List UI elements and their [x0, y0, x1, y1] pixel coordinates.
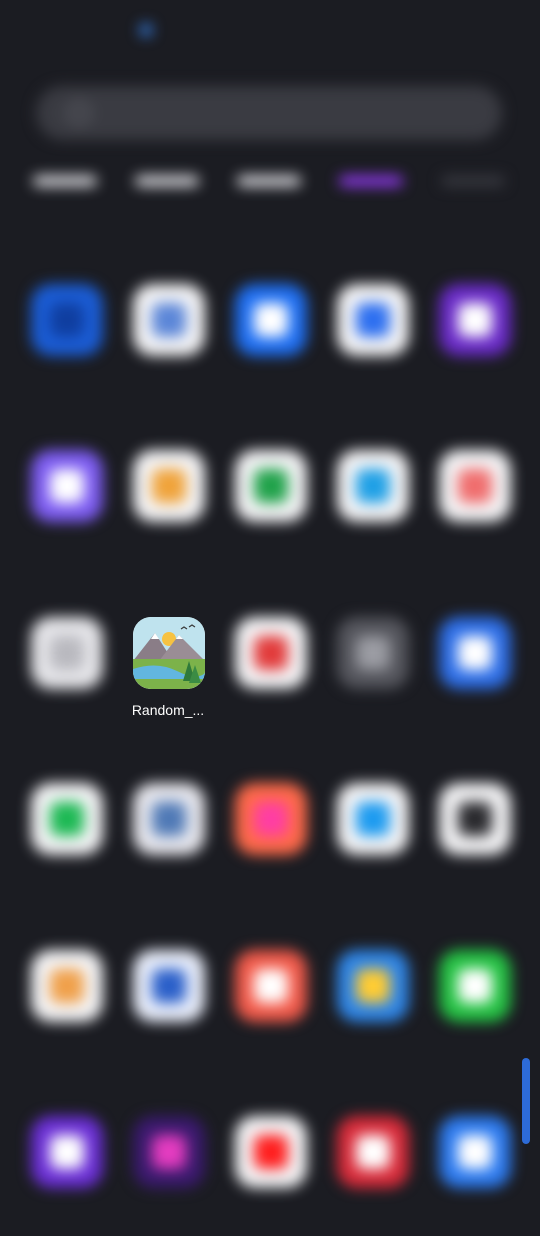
- app-zoom[interactable]: [423, 1116, 527, 1236]
- app-play-store[interactable]: [321, 450, 425, 570]
- app-phone[interactable]: [219, 284, 323, 404]
- paypal-icon: [31, 284, 103, 356]
- icon-glyph: [356, 469, 390, 503]
- zoom-icon: [439, 1116, 511, 1188]
- app-videos[interactable]: [219, 950, 323, 1070]
- icon-glyph: [356, 636, 390, 670]
- icon-glyph: [458, 1135, 492, 1169]
- app-weather[interactable]: [321, 950, 425, 1070]
- app-youtube[interactable]: [219, 1116, 323, 1236]
- icon-glyph: [254, 1135, 288, 1169]
- settings-icon: [337, 617, 409, 689]
- whatsapp-icon: [439, 950, 511, 1022]
- upi-icon: [31, 950, 103, 1022]
- icon-glyph: [254, 469, 288, 503]
- app-uber[interactable]: [423, 783, 527, 903]
- app-podcasts[interactable]: [423, 450, 527, 570]
- scroll-indicator[interactable]: [522, 1058, 530, 1144]
- app-upi[interactable]: [15, 950, 119, 1070]
- app-zomato[interactable]: [321, 1116, 425, 1236]
- icon-glyph: [152, 1135, 186, 1169]
- app-settings[interactable]: [321, 617, 425, 737]
- play-games-icon: [235, 450, 307, 522]
- app-zee[interactable]: [117, 1116, 221, 1236]
- app-google-photos[interactable]: [117, 450, 221, 570]
- icon-glyph: [152, 802, 186, 836]
- app-photos[interactable]: [15, 450, 119, 570]
- app-shield[interactable]: [321, 284, 425, 404]
- icon-glyph: [50, 636, 84, 670]
- zee-icon: [133, 1116, 205, 1188]
- app-grid: [0, 0, 540, 1200]
- icon-glyph: [356, 802, 390, 836]
- app-opera[interactable]: [117, 950, 221, 1070]
- shield-icon: [337, 284, 409, 356]
- phone-icon: [235, 284, 307, 356]
- random-app-icon[interactable]: [133, 617, 205, 689]
- app-whatsapp[interactable]: [423, 950, 527, 1070]
- app-qr[interactable]: [15, 617, 119, 737]
- app-signal[interactable]: [423, 617, 527, 737]
- weather-icon: [337, 950, 409, 1022]
- icon-glyph: [254, 636, 288, 670]
- app-phonepe[interactable]: [423, 284, 527, 404]
- telegram-icon: [133, 783, 205, 855]
- icon-glyph: [356, 969, 390, 1003]
- icon-glyph: [254, 802, 288, 836]
- play-store-icon: [337, 450, 409, 522]
- icon-glyph: [458, 469, 492, 503]
- signal-icon: [439, 617, 511, 689]
- app-twitter[interactable]: [321, 783, 425, 903]
- icon-glyph: [458, 802, 492, 836]
- app-yahoo[interactable]: [15, 1116, 119, 1236]
- twitter-icon: [337, 783, 409, 855]
- theme-store-icon: [235, 783, 307, 855]
- icon-glyph: [356, 303, 390, 337]
- icon-glyph: [50, 1135, 84, 1169]
- podcasts-icon: [439, 450, 511, 522]
- videos-icon: [235, 950, 307, 1022]
- app-theme-store[interactable]: [219, 783, 323, 903]
- icon-glyph: [458, 303, 492, 337]
- icon-glyph: [458, 636, 492, 670]
- uber-icon: [439, 783, 511, 855]
- icon-glyph: [458, 969, 492, 1003]
- icon-glyph: [50, 802, 84, 836]
- app-telegram[interactable]: [117, 783, 221, 903]
- photos-icon: [31, 450, 103, 522]
- app-card[interactable]: [117, 284, 221, 404]
- opera-icon: [133, 950, 205, 1022]
- youtube-icon: [235, 1116, 307, 1188]
- card-icon: [133, 284, 205, 356]
- icon-glyph: [152, 969, 186, 1003]
- phonepe-icon: [439, 284, 511, 356]
- google-photos-icon: [133, 450, 205, 522]
- app-paypal[interactable]: [15, 284, 119, 404]
- icon-glyph: [356, 1135, 390, 1169]
- icon-glyph: [254, 969, 288, 1003]
- random-app-label: Random_...: [131, 702, 205, 718]
- app-recorder[interactable]: [219, 617, 323, 737]
- icon-glyph: [50, 303, 84, 337]
- qr-icon: [31, 617, 103, 689]
- icon-glyph: [152, 303, 186, 337]
- app-play-games[interactable]: [219, 450, 323, 570]
- icon-glyph: [152, 469, 186, 503]
- yahoo-icon: [31, 1116, 103, 1188]
- spotify-icon: [31, 783, 103, 855]
- recorder-icon: [235, 617, 307, 689]
- icon-glyph: [50, 969, 84, 1003]
- app-spotify[interactable]: [15, 783, 119, 903]
- zomato-icon: [337, 1116, 409, 1188]
- landscape-icon: [133, 617, 205, 689]
- icon-glyph: [50, 469, 84, 503]
- icon-glyph: [254, 303, 288, 337]
